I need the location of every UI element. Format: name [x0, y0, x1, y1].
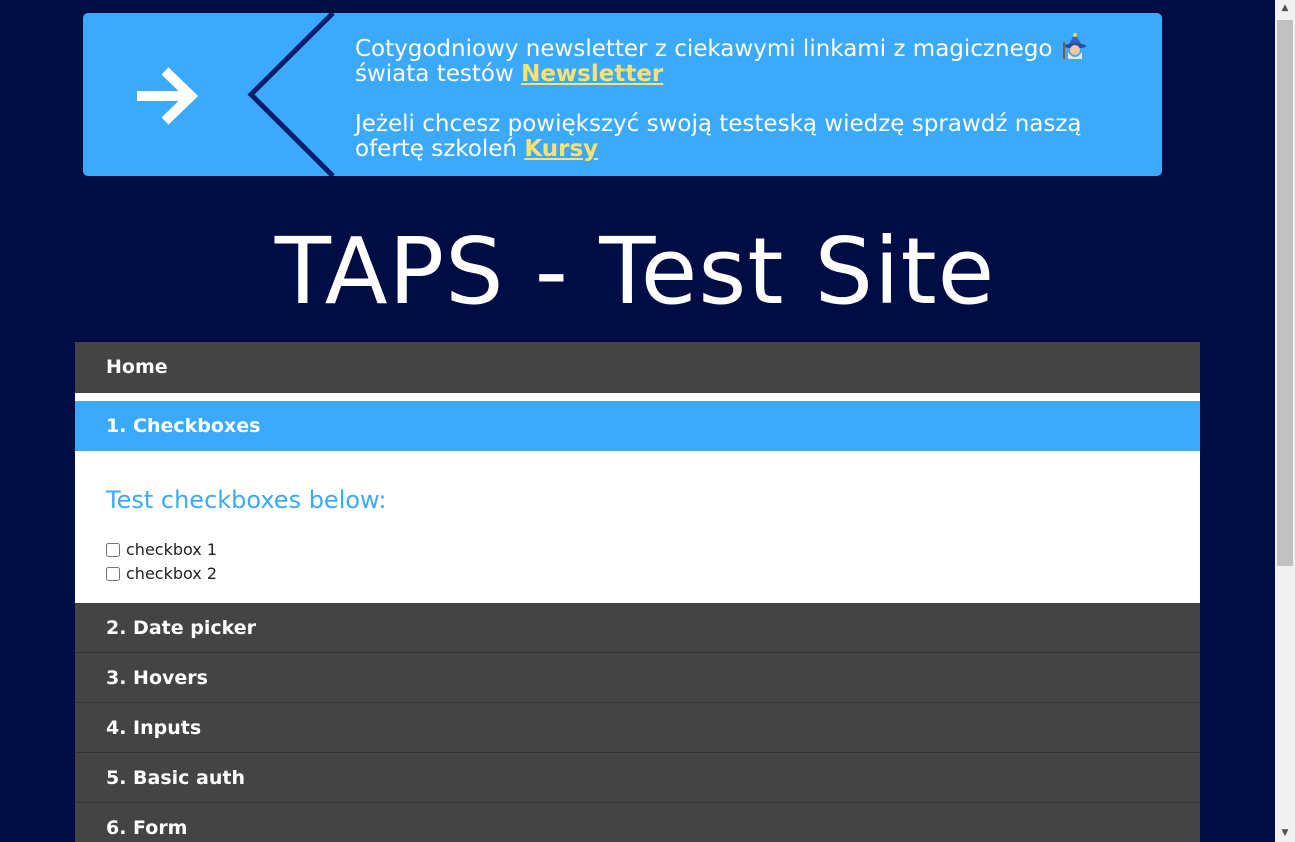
chevron-divider-icon [247, 13, 343, 176]
banner-text: Cotygodniowy newsletter z ciekawymi link… [355, 32, 1155, 176]
menu-item-checkboxes[interactable]: 1. Checkboxes [75, 401, 1200, 451]
menu-item-form[interactable]: 6. Form [75, 803, 1200, 842]
newsletter-link[interactable]: Newsletter [521, 61, 663, 87]
checkbox-1[interactable] [106, 543, 120, 557]
accordion-menu: Home 1. Checkboxes Test checkboxes below… [75, 342, 1200, 842]
menu-item-inputs[interactable]: 4. Inputs [75, 703, 1200, 753]
newsletter-text: Cotygodniowy newsletter z ciekawymi link… [355, 36, 1053, 62]
page-title: TAPS - Test Site [274, 218, 996, 325]
menu-item-hovers[interactable]: 3. Hovers [75, 653, 1200, 703]
scroll-up-arrow-icon[interactable]: ▲ [1275, 0, 1295, 17]
menu-item-date-picker[interactable]: 2. Date picker [75, 603, 1200, 653]
page: Cotygodniowy newsletter z ciekawymi link… [0, 0, 1275, 842]
scroll-down-arrow-icon[interactable]: ▼ [1275, 825, 1295, 842]
courses-link[interactable]: Kursy [524, 136, 598, 162]
arrow-right-icon [137, 67, 199, 125]
menu-divider [75, 393, 1200, 401]
checkboxes-panel: Test checkboxes below: checkbox 1 checkb… [75, 451, 1200, 603]
newsletter-paragraph: Cotygodniowy newsletter z ciekawymi link… [355, 32, 1155, 87]
checkbox-list: checkbox 1 checkbox 2 [106, 538, 217, 586]
courses-text: Jeżeli chcesz powiększyć swoją testeską … [355, 111, 1082, 162]
checkbox-1-label: checkbox 1 [126, 540, 218, 559]
wizard-emoji-icon [1062, 33, 1086, 59]
newsletter-text-2: świata testów [355, 61, 514, 87]
menu-item-home[interactable]: Home [75, 342, 1200, 393]
courses-paragraph: Jeżeli chcesz powiększyć swoją testeską … [355, 112, 1155, 162]
vertical-scrollbar[interactable]: ▲ ▼ [1275, 0, 1295, 842]
banner-arrow-panel [83, 13, 343, 176]
newsletter-banner: Cotygodniowy newsletter z ciekawymi link… [83, 13, 1162, 176]
checkbox-2[interactable] [106, 567, 120, 581]
checkbox-2-label: checkbox 2 [126, 564, 218, 583]
checkbox-row-1[interactable]: checkbox 1 [106, 538, 217, 562]
scroll-thumb[interactable] [1277, 20, 1293, 566]
menu-item-basic-auth[interactable]: 5. Basic auth [75, 753, 1200, 803]
checkbox-row-2[interactable]: checkbox 2 [106, 562, 217, 586]
panel-heading: Test checkboxes below: [106, 486, 387, 514]
